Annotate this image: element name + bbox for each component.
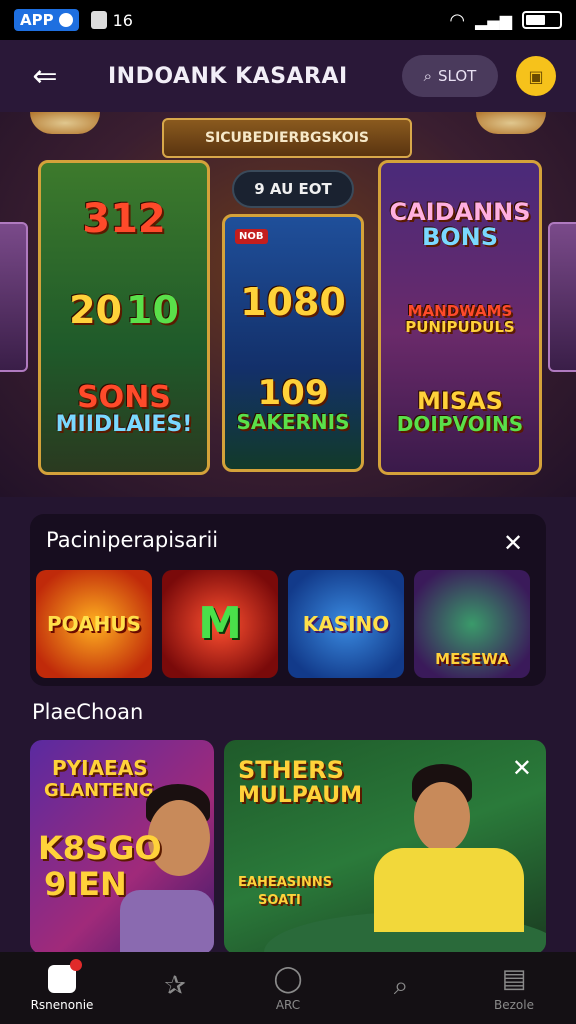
nav-label: ARC <box>275 998 301 1012</box>
hero-left-line2: 20 <box>69 288 122 333</box>
promo-right-line1: STHERS <box>238 756 344 784</box>
back-arrow-icon: ⇐ <box>32 58 58 94</box>
promo-left-line3: K8SGO <box>38 829 162 867</box>
status-bar: APP 16 ◠ ▂▄▆ <box>0 0 576 40</box>
hero-timer-pill: 9 AU EOT <box>232 170 354 208</box>
hero-right-line2: BONS <box>421 223 499 251</box>
battery-icon <box>522 11 562 29</box>
hero-right-line4: PUNIPUDULS <box>405 317 515 336</box>
promo-right-line4: SOATI <box>258 893 301 908</box>
lamp-decoration <box>30 112 100 134</box>
search-button[interactable]: ⌕ SLOT <box>402 55 498 97</box>
lamp-decoration <box>476 112 546 134</box>
game-tiles: POAHUS M KASINO MESEWA <box>36 570 530 678</box>
promo-left-line2: GLANTENG <box>44 780 154 801</box>
nav-item-search[interactable]: ⌕ <box>361 971 441 1005</box>
app-badge-label: APP <box>20 11 54 29</box>
person-shirt <box>120 890 214 954</box>
nav-item-more[interactable]: ▤ Bezole <box>474 964 554 1012</box>
promo-close-button[interactable]: ✕ <box>512 754 532 782</box>
promo-left-line4: 9IEN <box>44 865 127 903</box>
popular-games-panel: Paciniperapisarii ✕ POAHUS M KASINO MESE… <box>30 514 546 686</box>
nav-item-home[interactable]: Rsnenonie <box>22 959 102 1012</box>
grid-icon: ▤ <box>501 964 527 994</box>
app-badge-icon <box>58 13 73 27</box>
promo-card-left[interactable]: PYIAEAS GLANTENG K8SGO 9IEN <box>30 740 214 954</box>
menu-button[interactable]: ⇐ <box>20 51 70 101</box>
game-tile-3[interactable]: KASINO <box>288 570 404 678</box>
search-icon: ⌕ <box>423 67 433 85</box>
person-shirt <box>374 848 524 932</box>
hero-right-line6: DOIPVOINS <box>396 412 524 437</box>
hero-mini-tag: NOB <box>235 229 268 244</box>
game-tile-2[interactable]: M <box>162 570 278 678</box>
wallet-button[interactable]: ▣ <box>516 56 556 96</box>
hero-mid-line3: SAKERNIS <box>236 409 350 434</box>
status-notification: 16 <box>90 10 133 30</box>
hero-right-line1: CAIDANNS <box>389 197 531 226</box>
hero-mid-line1: 1080 <box>240 280 346 325</box>
promo-card-right[interactable]: STHERS MULPAUM ✕ EAHEASINNS SOATI <box>224 740 546 954</box>
close-icon: ✕ <box>511 754 532 782</box>
game-tile-label: KASINO <box>302 611 390 636</box>
panel-close-button[interactable]: ✕ <box>498 528 528 558</box>
hero-left-line4: SONS <box>77 379 171 415</box>
promo-right-line3: EAHEASINNS <box>238 875 333 890</box>
nav-item-arc[interactable]: ◯ ARC <box>248 964 328 1012</box>
hero-right-line5: MISAS <box>417 386 503 415</box>
home-icon <box>48 959 82 994</box>
hero-card-left[interactable]: 312 20 10 SONS MIIDLAIES! <box>38 160 210 475</box>
wifi-icon: ◠ <box>449 9 466 31</box>
slot-machine-decoration <box>548 222 576 372</box>
status-right: ◠ ▂▄▆ <box>449 10 562 31</box>
section-title: PlaeChoan <box>32 700 144 724</box>
hero-left-line5: MIIDLAIES! <box>55 412 193 438</box>
hero-banner[interactable]: SICUBEDIERBGSKOIS 312 20 10 SONS MIIDLAI… <box>0 112 576 497</box>
page-title: INDOANK KASARAI <box>108 63 348 89</box>
game-tile-label: POAHUS <box>47 611 141 636</box>
circle-icon: ◯ <box>273 964 303 994</box>
app-badge: APP <box>14 9 79 31</box>
slot-machine-decoration <box>0 222 28 372</box>
status-number: 16 <box>112 10 133 30</box>
game-tile-label: MESEWA <box>435 650 509 669</box>
bottom-navigation: Rsnenonie ✰ ◯ ARC ⌕ ▤ Bezole <box>0 952 576 1024</box>
search-icon: ⌕ <box>393 970 409 1001</box>
search-label: SLOT <box>438 67 477 85</box>
hero-left-line3: 10 <box>126 288 179 333</box>
hero-left-line1: 312 <box>82 196 166 243</box>
hero-plaque: SICUBEDIERBGSKOIS <box>162 118 412 158</box>
star-icon: ✰ <box>164 971 186 1001</box>
hero-card-right[interactable]: CAIDANNS BONS MANDWAMS PUNIPUDULS MISAS … <box>378 160 542 475</box>
app-header: ⇐ INDOANK KASARAI ⌕ SLOT ▣ <box>0 40 576 112</box>
game-tile-1[interactable]: POAHUS <box>36 570 152 678</box>
close-icon: ✕ <box>502 529 524 557</box>
hero-card-middle[interactable]: NOB 1080 109 SAKERNIS <box>222 214 364 472</box>
panel-title: Paciniperapisarii <box>46 528 219 552</box>
signal-icon: ▂▄▆ <box>475 10 512 30</box>
game-tile-label: M <box>198 597 242 649</box>
game-tile-4[interactable]: MESEWA <box>414 570 530 678</box>
wallet-icon: ▣ <box>528 66 544 86</box>
person-avatar <box>414 782 470 852</box>
hero-mid-line2: 109 <box>257 372 329 413</box>
notification-icon <box>90 11 107 29</box>
promo-left-line1: PYIAEAS <box>52 756 148 780</box>
promo-right-line2: MULPAUM <box>238 783 362 808</box>
nav-item-favorites[interactable]: ✰ <box>135 971 215 1005</box>
nav-label: Bezole <box>494 998 534 1012</box>
nav-label: Rsnenonie <box>30 998 94 1012</box>
